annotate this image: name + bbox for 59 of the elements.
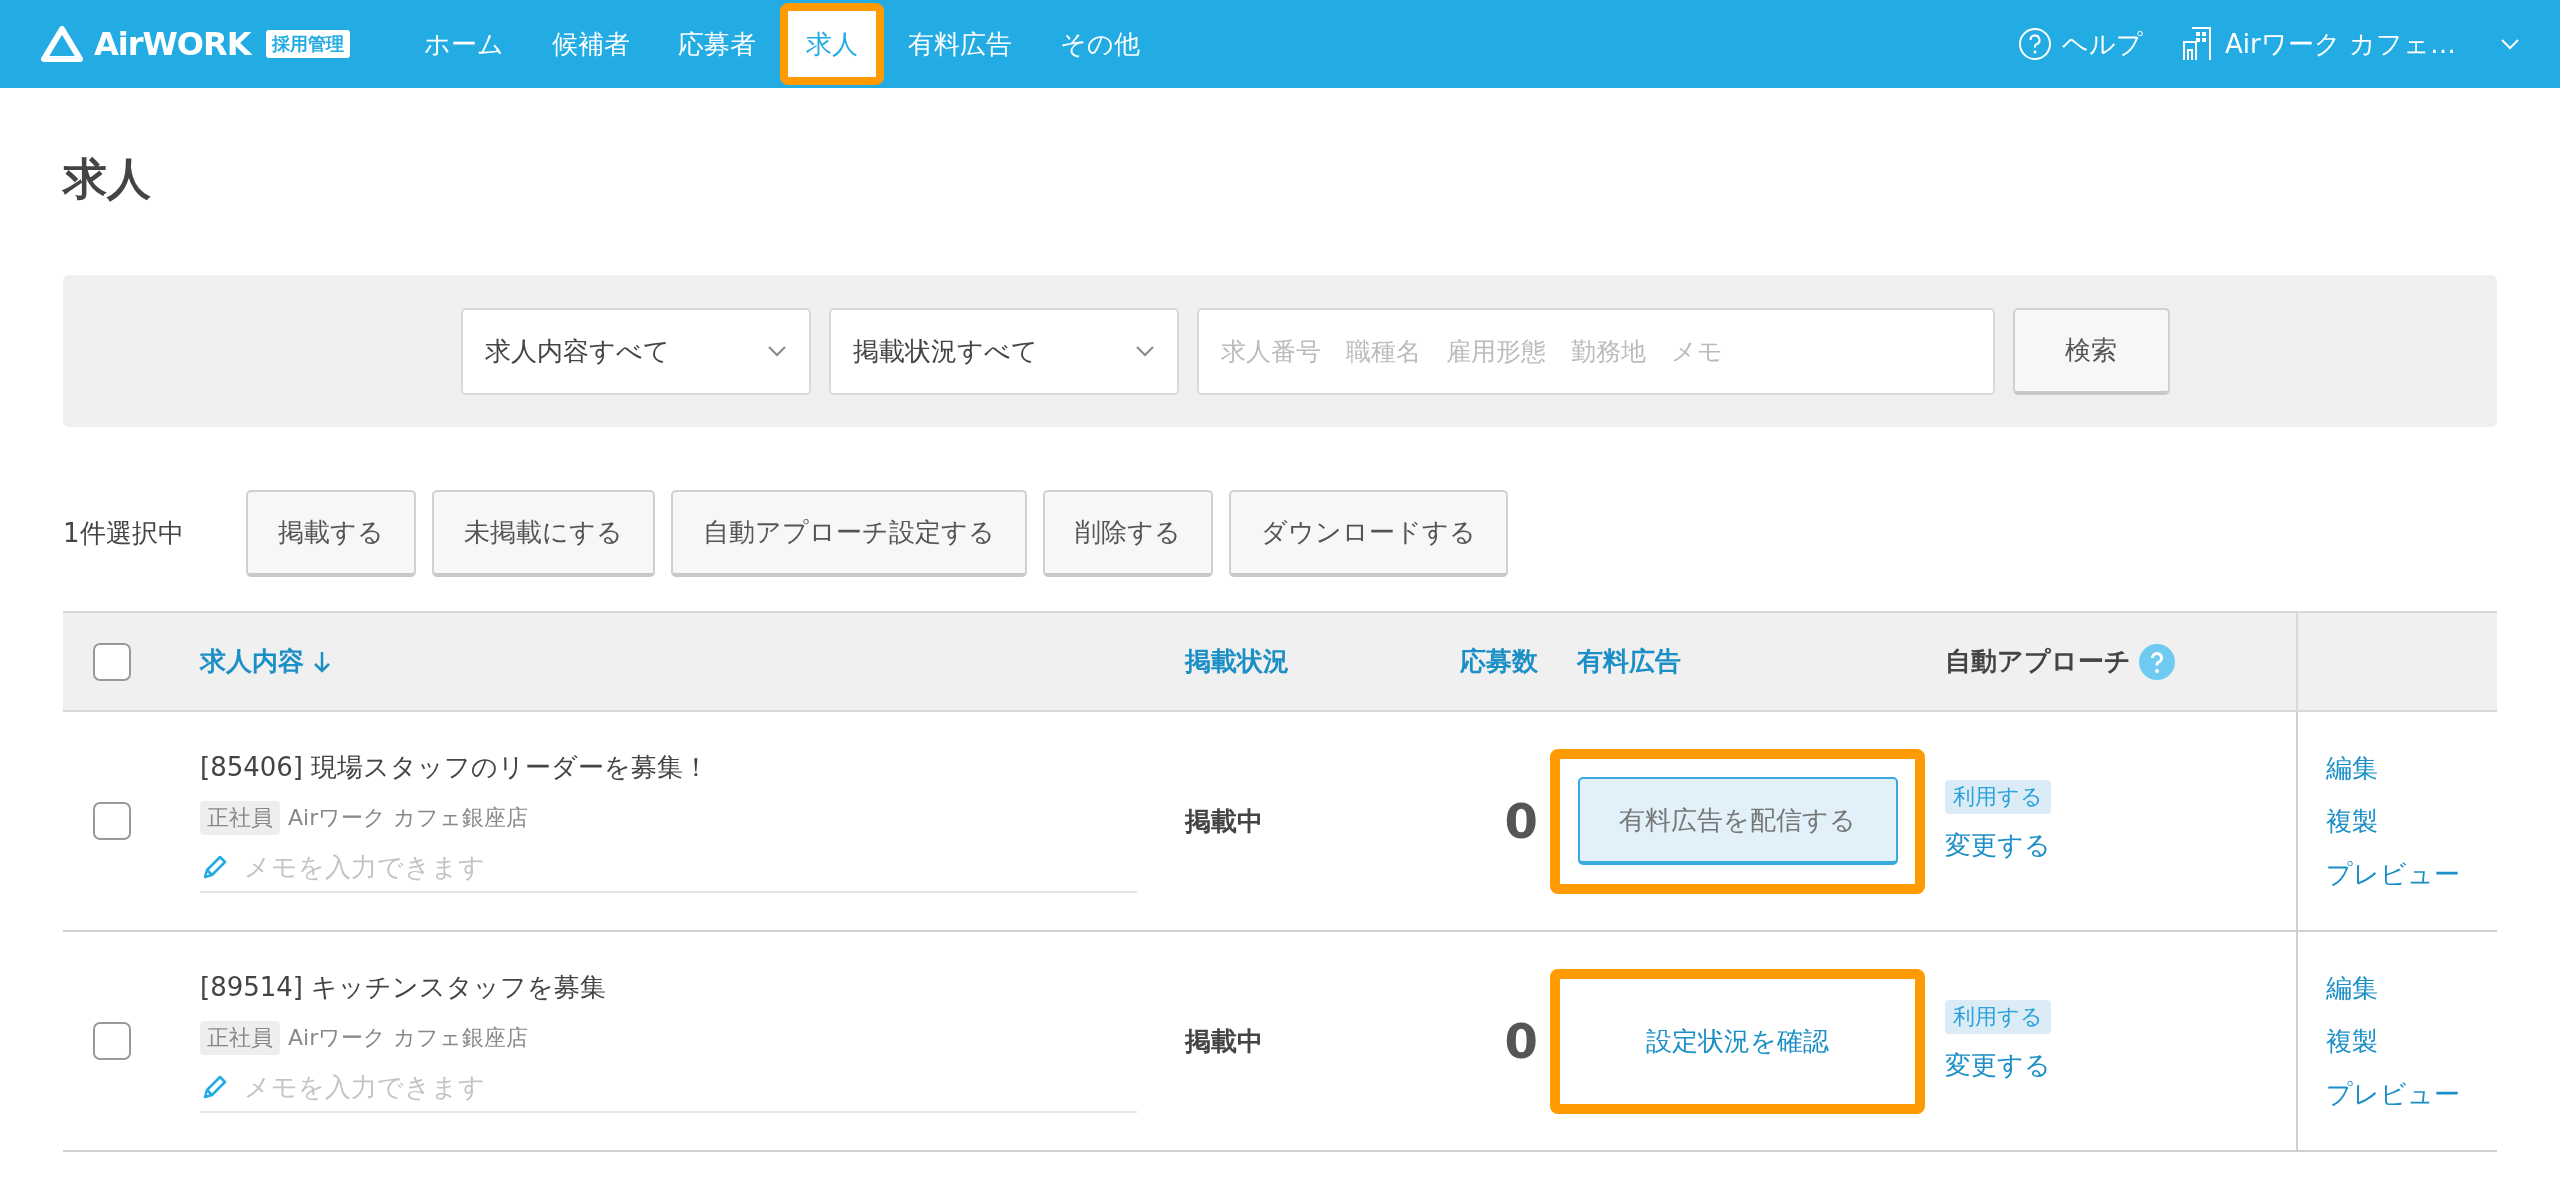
building-icon [2183, 27, 2212, 61]
ad-status-link[interactable]: 設定状況を確認 [1646, 1023, 1829, 1059]
employment-tag: 正社員 [200, 1020, 280, 1055]
logo-badge: 採用管理 [266, 30, 351, 58]
action-link[interactable]: 編集 [2326, 970, 2378, 1006]
help-link[interactable]: ヘルプ [2018, 26, 2144, 62]
filter-select[interactable]: 求人内容すべて [460, 307, 811, 395]
search-field[interactable]: 求人番号 職種名 雇用形態 勤務地 メモ [1196, 307, 1995, 395]
column-heading[interactable]: 有料広告 [1577, 644, 1681, 679]
nav-tab[interactable]: 応募者 [654, 3, 781, 85]
row-checkbox[interactable] [93, 802, 131, 840]
action-link[interactable]: 編集 [2326, 750, 2378, 786]
column-heading[interactable]: 求人内容 [200, 644, 332, 679]
paid-ad-button[interactable]: 有料広告を配信する [1577, 777, 1898, 865]
sort-arrow-icon[interactable] [312, 649, 332, 674]
triangle-logo-icon [40, 25, 84, 63]
account-menu[interactable]: Airワーク カフェ… [2183, 26, 2520, 62]
status-text: 掲載中 [1185, 1024, 1263, 1058]
page-title: 求人 [61, 152, 152, 206]
logo-text: AirWORK [94, 25, 251, 63]
select-all-checkbox[interactable] [93, 642, 131, 681]
bulk-action-button[interactable]: 未掲載にする [431, 489, 655, 577]
nav-tab[interactable]: 候補者 [528, 3, 655, 85]
job-title: [89514] キッチンスタッフを募集 [200, 970, 608, 1004]
nav-tab[interactable]: 有料広告 [884, 3, 1037, 85]
usage-badge: 利用する [1945, 779, 2051, 814]
change-link[interactable]: 変更する [1945, 1047, 2051, 1083]
chevron-down-icon [766, 345, 787, 357]
row-checkbox[interactable] [93, 1022, 131, 1060]
bulk-action-button[interactable]: 掲載する [245, 489, 416, 577]
nav-tab[interactable]: ホーム [400, 3, 529, 85]
selection-count: 1件選択中 [63, 516, 184, 550]
applicant-count: 0 [1504, 1013, 1539, 1069]
filter-select[interactable]: 掲載状況すべて [828, 307, 1179, 395]
nav-tab[interactable]: その他 [1036, 3, 1165, 85]
column-heading[interactable]: 掲載状況 [1185, 644, 1289, 679]
store-name: Airワーク カフェ銀座店 [288, 803, 529, 832]
action-link[interactable]: プレビュー [2326, 856, 2460, 892]
action-link[interactable]: 複製 [2326, 803, 2378, 839]
employment-tag: 正社員 [200, 800, 280, 835]
applicant-count: 0 [1504, 793, 1539, 849]
job-title: [85406] 現場スタッフのリーダーを募集！ [200, 750, 711, 784]
search-button[interactable]: 検索 [2012, 307, 2170, 395]
column-heading: 自動アプローチ [1945, 643, 2175, 680]
usage-badge: 利用する [1945, 999, 2051, 1034]
nav-tab[interactable]: 求人 [780, 3, 885, 85]
bulk-action-button[interactable]: 自動アプローチ設定する [670, 489, 1027, 577]
action-link[interactable]: プレビュー [2326, 1076, 2460, 1112]
change-link[interactable]: 変更する [1945, 827, 2051, 863]
bulk-action-button[interactable]: ダウンロードする [1228, 489, 1508, 577]
store-name: Airワーク カフェ銀座店 [288, 1023, 529, 1052]
help-icon[interactable] [2139, 643, 2175, 680]
chevron-down-icon [2500, 38, 2520, 50]
column-heading[interactable]: 応募数 [1460, 644, 1550, 679]
status-text: 掲載中 [1185, 804, 1263, 838]
help-icon [2018, 27, 2053, 61]
chevron-down-icon [1134, 345, 1155, 357]
bulk-action-button[interactable]: 削除する [1042, 489, 1213, 577]
action-link[interactable]: 複製 [2326, 1023, 2378, 1059]
